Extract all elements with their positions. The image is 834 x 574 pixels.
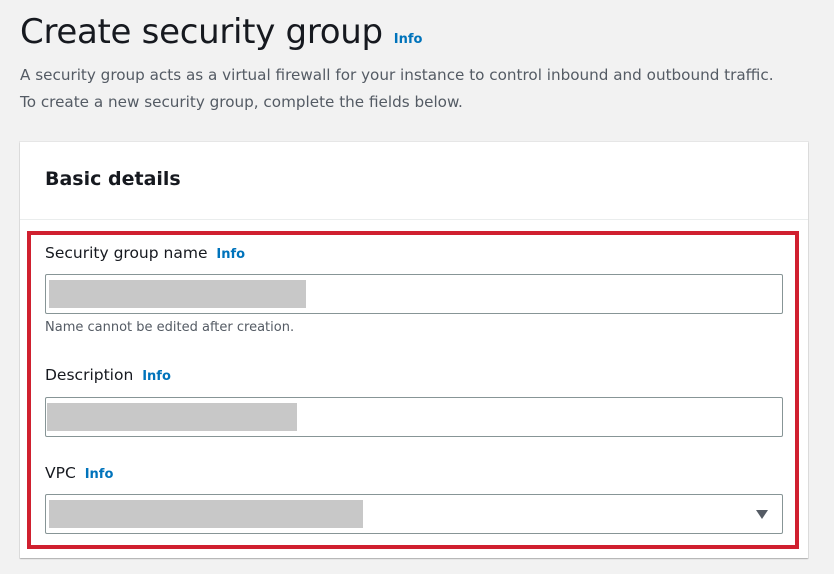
security-group-name-info-link[interactable]: Info <box>216 247 245 262</box>
description-label: Description <box>45 366 134 384</box>
page-info-link[interactable]: Info <box>394 32 423 47</box>
description-label-row: Description Info <box>45 366 171 384</box>
description-input[interactable] <box>45 397 783 437</box>
basic-details-header: Basic details <box>20 142 808 220</box>
description-info-link[interactable]: Info <box>142 369 171 384</box>
security-group-name-value-redacted <box>49 280 306 308</box>
vpc-info-link[interactable]: Info <box>85 467 114 482</box>
security-group-name-label: Security group name <box>45 244 208 262</box>
vpc-label: VPC <box>45 464 76 482</box>
vpc-value-redacted <box>49 500 363 528</box>
page-description-line-2: To create a new security group, complete… <box>20 93 463 111</box>
vpc-label-row: VPC Info <box>45 464 113 482</box>
security-group-name-hint: Name cannot be edited after creation. <box>45 320 295 335</box>
page-description-line-1: A security group acts as a virtual firew… <box>20 66 774 84</box>
vpc-select[interactable] <box>45 494 783 534</box>
page-description: A security group acts as a virtual firew… <box>20 62 820 116</box>
description-value-redacted <box>47 403 297 431</box>
page-title: Create security group <box>20 12 383 52</box>
caret-down-icon[interactable] <box>756 510 768 519</box>
security-group-name-input[interactable] <box>45 274 783 314</box>
security-group-name-label-row: Security group name Info <box>45 244 245 262</box>
basic-details-title: Basic details <box>45 168 181 190</box>
page-title-row: Create security group Info <box>20 12 422 52</box>
